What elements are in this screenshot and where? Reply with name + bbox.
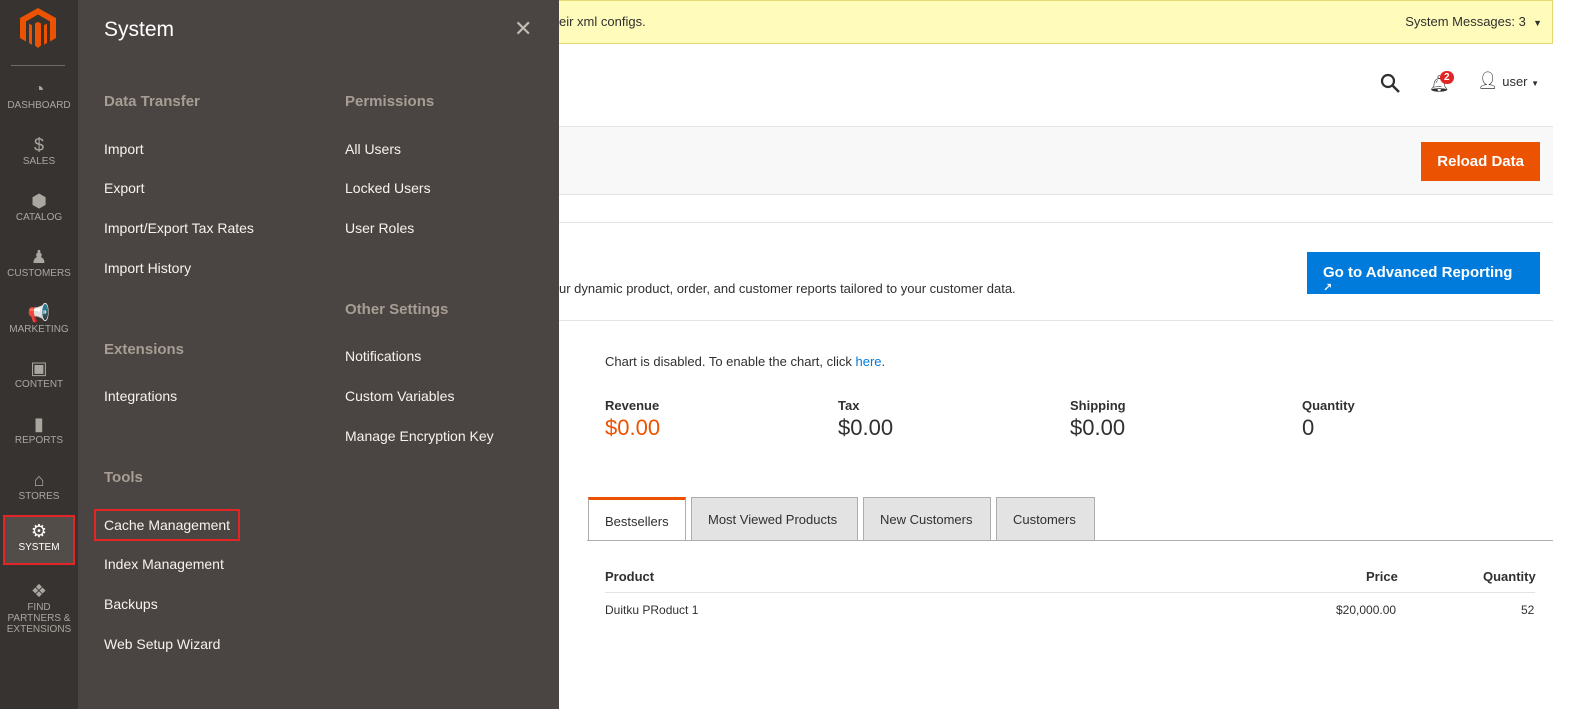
total-label: Quantity xyxy=(1302,398,1355,413)
nav-item-customers[interactable]: ♟ CUSTOMERS xyxy=(0,246,78,302)
tab-most-viewed-products[interactable]: Most Viewed Products xyxy=(691,497,858,541)
nav-item-label: CONTENT xyxy=(14,379,64,390)
tab-bestsellers[interactable]: Bestsellers xyxy=(588,497,686,541)
total-label: Shipping xyxy=(1070,398,1126,413)
banner-message: eir xml configs. xyxy=(559,14,646,29)
tabs-border xyxy=(587,540,1553,541)
total-value: $0.00 xyxy=(838,415,894,440)
total-value: $0.00 xyxy=(605,415,661,440)
section-extensions: Extensions xyxy=(104,341,185,358)
chevron-down-icon: ▼ xyxy=(1531,79,1540,88)
nav-item-label: CUSTOMERS xyxy=(7,268,71,279)
section-data-transfer: Data Transfer xyxy=(104,93,200,110)
nav-item-sales[interactable]: $ SALES xyxy=(0,134,78,190)
tab-new-customers[interactable]: New Customers xyxy=(863,497,991,541)
tab-customers[interactable]: Customers xyxy=(996,497,1095,541)
advanced-reporting-label: Go to Advanced Reporting xyxy=(1323,264,1513,281)
table-header-divider xyxy=(605,592,1535,593)
nav-item-marketing[interactable]: 📢 MARKETING xyxy=(0,302,78,358)
magento-logo[interactable] xyxy=(20,8,56,48)
total-label: Revenue xyxy=(605,398,660,413)
col-product: Product xyxy=(605,569,655,584)
menu-item-import[interactable]: Import xyxy=(104,141,144,157)
menu-item-import-history[interactable]: Import History xyxy=(104,260,191,276)
nav-item-label: CATALOG xyxy=(15,212,63,223)
gear-icon: ⚙ xyxy=(30,521,48,541)
enable-chart-link[interactable]: here xyxy=(856,354,882,369)
menu-item-web-setup-wizard[interactable]: Web Setup Wizard xyxy=(104,636,220,652)
menu-item-import-export-tax-rates[interactable]: Import/Export Tax Rates xyxy=(104,220,254,236)
system-messages-label: System Messages: 3 xyxy=(1405,14,1526,29)
reload-data-button[interactable]: Reload Data xyxy=(1421,142,1540,181)
user-menu[interactable]: 👤︎ user ▼ xyxy=(1477,71,1539,91)
menu-item-notifications[interactable]: Notifications xyxy=(345,348,421,364)
notification-count: 2 xyxy=(1440,71,1454,84)
person-icon: ♟ xyxy=(30,247,48,267)
total-label: Tax xyxy=(838,398,860,413)
divider xyxy=(559,320,1553,321)
page-header: 🔔︎ 2 👤︎ user ▼ xyxy=(559,44,1553,126)
bar-chart-icon: ▮ xyxy=(34,414,44,434)
chevron-down-icon: ▼ xyxy=(1533,18,1542,28)
nav-item-label: REPORTS xyxy=(14,435,64,446)
nav-item-dashboard[interactable]: ◔ DASHBOARD xyxy=(0,78,78,134)
nav-item-find[interactable]: ❖ FIND PARTNERS & EXTENSIONS xyxy=(0,580,78,636)
megaphone-icon: 📢 xyxy=(27,303,51,323)
nav-item-system[interactable]: ⚙ SYSTEM xyxy=(3,515,75,565)
nav-item-reports[interactable]: ▮ REPORTS xyxy=(0,413,78,469)
menu-item-custom-variables[interactable]: Custom Variables xyxy=(345,388,454,404)
col-quantity: Quantity xyxy=(1483,569,1536,584)
box-icon: ⬢ xyxy=(31,191,47,211)
system-flyout-menu: System ✕ Data Transfer Permissions Other… xyxy=(78,0,559,709)
cell-product: Duitku PRoduct 1 xyxy=(605,603,699,617)
system-messages-toggle[interactable]: System Messages: 3 ▼ xyxy=(1405,14,1542,29)
close-icon[interactable]: ✕ xyxy=(514,16,532,42)
layout-icon: ▣ xyxy=(30,358,48,378)
menu-item-index-management[interactable]: Index Management xyxy=(104,556,224,572)
divider xyxy=(559,222,1553,223)
nav-item-catalog[interactable]: ⬢ CATALOG xyxy=(0,190,78,246)
period: . xyxy=(881,354,886,369)
nav-item-label: MARKETING xyxy=(9,324,69,335)
menu-item-all-users[interactable]: All Users xyxy=(345,141,401,157)
nav-item-label: STORES xyxy=(18,491,60,502)
advanced-reporting-text: ur dynamic product, order, and customer … xyxy=(559,281,1016,296)
nav-item-label: SALES xyxy=(22,156,56,167)
flyout-title: System xyxy=(104,18,175,41)
nav-item-label: SYSTEM xyxy=(18,542,60,553)
section-tools: Tools xyxy=(104,469,143,486)
chart-disabled-text: Chart is disabled. To enable the chart, … xyxy=(605,354,856,369)
user-name: user xyxy=(1502,74,1528,89)
dollar-icon: $ xyxy=(33,135,44,155)
admin-sidebar: ◔ DASHBOARD $ SALES ⬢ CATALOG ♟ CUSTOMERS 📢 MARKE… xyxy=(0,0,78,709)
total-value: 0 xyxy=(1302,415,1315,440)
nav-item-label: DASHBOARD xyxy=(7,100,71,111)
section-other-settings: Other Settings xyxy=(345,301,449,318)
nav-divider xyxy=(11,65,65,66)
store-icon: ⌂ xyxy=(33,470,45,490)
search-icon[interactable] xyxy=(1380,73,1400,93)
menu-item-locked-users[interactable]: Locked Users xyxy=(345,180,431,196)
chart-disabled-message: Chart is disabled. To enable the chart, … xyxy=(605,354,885,369)
menu-item-manage-encryption-key[interactable]: Manage Encryption Key xyxy=(345,428,494,444)
nav-item-label: FIND PARTNERS & EXTENSIONS xyxy=(6,602,72,635)
user-icon: 👤︎ xyxy=(1477,71,1499,90)
menu-item-integrations[interactable]: Integrations xyxy=(104,388,177,404)
external-link-icon: ↗ xyxy=(1323,282,1333,294)
menu-item-export[interactable]: Export xyxy=(104,180,144,196)
cell-price: $20,000.00 xyxy=(1336,603,1397,617)
total-value: $0.00 xyxy=(1070,415,1126,440)
blocks-icon: ❖ xyxy=(30,581,48,601)
advanced-reporting-button[interactable]: Go to Advanced Reporting ↗ xyxy=(1307,252,1540,294)
nav-item-content[interactable]: ▣ CONTENT xyxy=(0,357,78,413)
menu-item-cache-management[interactable]: Cache Management xyxy=(93,509,241,541)
menu-item-backups[interactable]: Backups xyxy=(104,596,158,612)
col-price: Price xyxy=(1366,569,1398,584)
system-messages-banner: eir xml configs. System Messages: 3 ▼ xyxy=(559,0,1553,44)
cell-quantity: 52 xyxy=(1521,603,1535,617)
dashboard-icon: ◔ xyxy=(33,79,45,99)
page-actions: Reload Data xyxy=(559,126,1553,195)
section-permissions: Permissions xyxy=(345,93,435,110)
menu-item-user-roles[interactable]: User Roles xyxy=(345,220,414,236)
